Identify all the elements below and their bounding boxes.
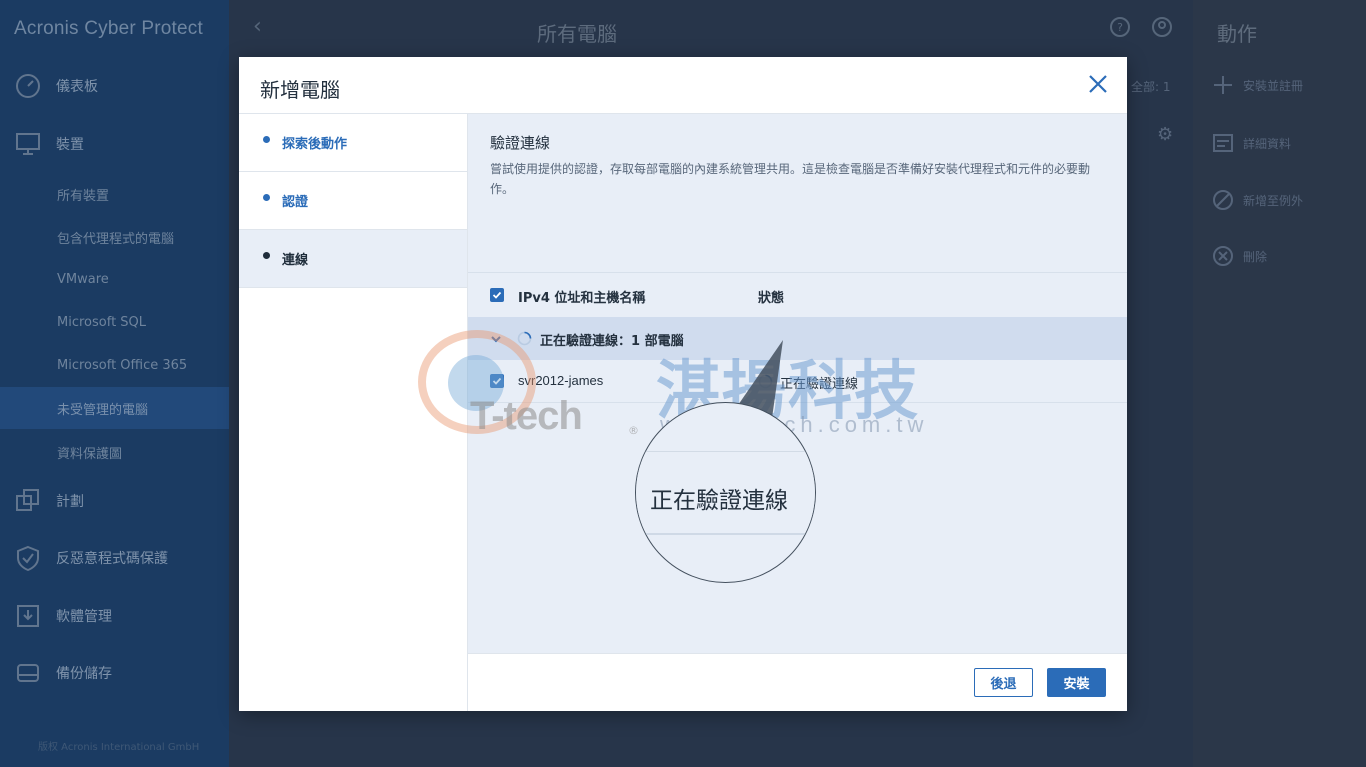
dashboard-icon xyxy=(14,72,42,100)
column-header-host[interactable]: IPv4 位址和主機名稱 xyxy=(518,287,645,306)
magnifier-text: 正在驗證連線 xyxy=(650,488,788,514)
back-arrow-icon[interactable]: ‹ xyxy=(253,14,262,39)
software-icon xyxy=(14,602,42,630)
app-logo: Acronis Cyber Protect xyxy=(14,18,203,39)
svg-text:?: ? xyxy=(1117,21,1123,34)
step-bullet-icon xyxy=(263,252,270,259)
section-title: 驗證連線 xyxy=(490,134,551,152)
dialog-title: 新增電腦 xyxy=(260,78,340,102)
storage-icon xyxy=(14,659,42,687)
sidebar-item-label: 反惡意程式碼保護 xyxy=(56,551,168,567)
install-button[interactable]: 安裝 xyxy=(1047,668,1106,697)
plus-icon xyxy=(1209,74,1237,96)
sidebar-item-antimalware[interactable]: 反惡意程式碼保護 xyxy=(0,538,229,578)
step-credentials[interactable]: 認證 xyxy=(239,172,467,230)
watermark-registered-mark: ® xyxy=(628,424,639,437)
action-label: 詳細資料 xyxy=(1243,136,1292,151)
step-label: 認證 xyxy=(282,195,309,210)
sidebar-item-label: 儀表板 xyxy=(56,79,98,95)
watermark-brand: T-tech xyxy=(470,394,583,438)
sidebar-sub-mssql[interactable]: Microsoft SQL xyxy=(0,301,229,343)
sidebar-item-label: 軟體管理 xyxy=(56,609,112,625)
left-sidebar: Acronis Cyber Protect 儀表板 裝置 所有裝置 包含代理程式… xyxy=(0,0,229,767)
sidebar-item-dashboard[interactable]: 儀表板 xyxy=(0,66,229,106)
sidebar-item-software[interactable]: 軟體管理 xyxy=(0,596,229,636)
sidebar-sub-office365[interactable]: Microsoft Office 365 xyxy=(0,344,229,386)
action-install-register[interactable]: 安裝並註冊 xyxy=(1209,70,1303,100)
section-description: 嘗試使用提供的認證，存取每部電腦的內建系統管理共用。這是檢查電腦是否準備好安裝代… xyxy=(490,162,1091,196)
sidebar-sub-machines-with-agents[interactable]: 包含代理程式的電腦 xyxy=(0,216,229,258)
sidebar-sub-all-devices[interactable]: 所有裝置 xyxy=(0,173,229,215)
sidebar-item-label: 裝置 xyxy=(56,137,84,153)
action-label: 新增至例外 xyxy=(1243,193,1304,208)
step-bullet-icon xyxy=(263,136,270,143)
sidebar-item-label: 計劃 xyxy=(56,494,84,510)
select-all-checkbox[interactable] xyxy=(490,288,504,302)
sidebar-item-devices[interactable]: 裝置 xyxy=(0,124,229,164)
column-header-status[interactable]: 狀態 xyxy=(758,287,784,306)
back-button[interactable]: 後退 xyxy=(974,668,1033,697)
step-connection[interactable]: 連線 xyxy=(239,230,467,288)
action-label: 安裝並註冊 xyxy=(1243,78,1304,93)
user-icon[interactable] xyxy=(1151,16,1173,42)
dialog-header: 新增電腦 xyxy=(239,57,1127,114)
details-icon xyxy=(1209,132,1237,154)
delete-icon xyxy=(1209,245,1237,267)
action-add-exclusion[interactable]: 新增至例外 xyxy=(1209,185,1303,215)
magnifier-callout: 正在驗證連線 xyxy=(635,402,816,583)
dialog-footer: 後退 安裝 xyxy=(468,653,1127,711)
sidebar-item-backup-storage[interactable]: 備份儲存 xyxy=(0,653,229,693)
action-delete[interactable]: 刪除 xyxy=(1209,241,1267,271)
table-header: IPv4 位址和主機名稱 狀態 xyxy=(468,273,1127,317)
shield-icon xyxy=(14,544,42,572)
item-count: 全部: 1 xyxy=(1131,80,1171,94)
close-icon[interactable] xyxy=(1086,72,1110,96)
actions-panel: 動作 安裝並註冊 詳細資料 新增至例外 刪除 xyxy=(1193,0,1366,767)
help-icon[interactable]: ? xyxy=(1109,16,1131,42)
action-details[interactable]: 詳細資料 xyxy=(1209,128,1291,158)
spinner-icon xyxy=(517,331,532,346)
monitor-icon xyxy=(14,130,42,158)
copyright-text: 版权 Acronis International GmbH xyxy=(38,742,200,753)
step-post-discovery[interactable]: 探索後動作 xyxy=(239,114,467,172)
step-label: 連線 xyxy=(282,253,309,268)
step-label: 探索後動作 xyxy=(282,137,348,152)
plans-icon xyxy=(14,487,42,515)
sidebar-sub-unmanaged[interactable]: 未受管理的電腦 xyxy=(0,387,229,429)
actions-title: 動作 xyxy=(1217,22,1257,46)
block-icon xyxy=(1209,189,1237,211)
page-title: 所有電腦 xyxy=(537,22,617,46)
checkmark-icon xyxy=(492,291,502,299)
action-label: 刪除 xyxy=(1243,249,1268,264)
gear-icon[interactable]: ⚙ xyxy=(1157,124,1173,145)
sidebar-sub-data-protection-map[interactable]: 資料保護圖 xyxy=(0,431,229,473)
step-bullet-icon xyxy=(263,194,270,201)
sidebar-item-plans[interactable]: 計劃 xyxy=(0,481,229,521)
sidebar-item-label: 備份儲存 xyxy=(56,666,112,682)
sidebar-sub-vmware[interactable]: VMware xyxy=(0,258,229,300)
